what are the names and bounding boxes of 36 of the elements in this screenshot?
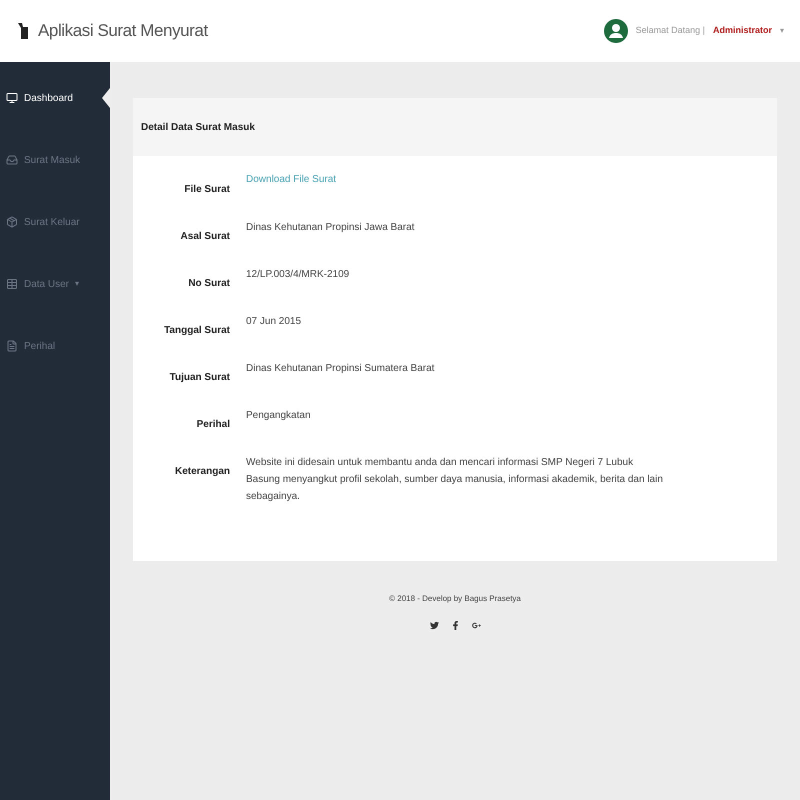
greeting-text: Selamat Datang |	[636, 24, 705, 38]
field-label: Tanggal Surat	[163, 324, 230, 338]
field-label: Asal Surat	[180, 230, 230, 244]
field-label: Keterangan	[174, 465, 230, 479]
field-value: Dinas Kehutanan Propinsi Jawa Barat	[246, 221, 416, 235]
user-menu[interactable]: Administrator	[712, 24, 772, 38]
field-label: File Surat	[183, 183, 230, 197]
twitter-icon[interactable]	[430, 621, 438, 630]
sidebar-item[interactable]: Perihal	[24, 338, 56, 354]
box-icon	[6, 216, 18, 228]
field-label: No Surat	[187, 277, 230, 291]
logo-icon	[16, 22, 30, 40]
avatar-icon	[604, 19, 628, 43]
file-icon	[6, 340, 18, 352]
caret-icon[interactable]: ▾	[780, 25, 784, 37]
field-label: Tujuan Surat	[168, 371, 230, 385]
field-value: Pengangkatan	[246, 409, 312, 423]
field-value: Website ini didesain untuk membantu anda dan mencari informasi SMP Negeri 7 Lubuk Basung menyangkut profil sekolah, sumber daya manusia, informasi akademik, berita dan lain sebagainya.	[246, 456, 664, 504]
field-value: 07 Jun 2015	[246, 315, 302, 329]
sidebar-item[interactable]: Surat Keluar	[24, 214, 80, 230]
sidebar-item[interactable]: Data User	[24, 276, 70, 292]
google-plus-icon[interactable]	[472, 621, 480, 630]
panel-title: Detail Data Surat Masuk	[141, 120, 255, 134]
field-label: Perihal	[196, 418, 230, 432]
field-value: Dinas Kehutanan Propinsi Sumatera Barat	[246, 362, 436, 376]
footer-text: © 2018 - Develop by Bagus Prasetya	[389, 593, 521, 605]
download-link[interactable]: Download File Surat	[246, 172, 336, 187]
monitor-icon	[6, 92, 18, 104]
sidebar-item[interactable]: Dashboard	[24, 90, 73, 106]
facebook-icon[interactable]	[450, 621, 460, 630]
caret-icon: ▾	[75, 278, 80, 290]
field-value: 12/LP.003/4/MRK-2109	[246, 268, 350, 282]
app-title: Aplikasi Surat Menyurat	[38, 20, 208, 42]
inbox-icon	[6, 154, 18, 166]
sidebar-item[interactable]: Surat Masuk	[24, 152, 80, 168]
table-icon	[6, 278, 18, 290]
